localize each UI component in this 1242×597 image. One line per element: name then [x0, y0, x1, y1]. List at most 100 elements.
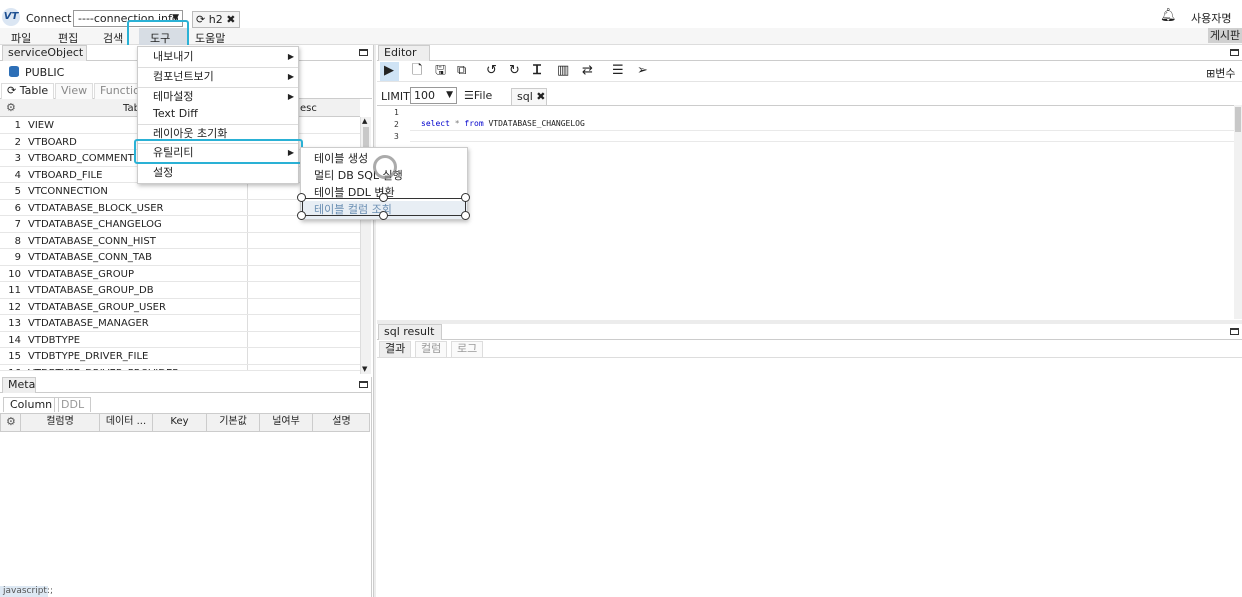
resize-handle — [461, 211, 470, 220]
row-number: 12 — [8, 301, 21, 313]
meta-col-key[interactable]: Key — [152, 413, 206, 432]
meta-col-nullable[interactable]: 널여부 — [259, 413, 312, 432]
table-name: VTDBTYPE_DRIVER_FILE — [28, 351, 149, 362]
map-icon[interactable]: ▥ — [557, 64, 569, 78]
table-row[interactable]: 12 VTDATABASE_GROUP_USER — [0, 298, 360, 315]
row-number: 4 — [14, 169, 21, 181]
table-row[interactable]: 10 VTDATABASE_GROUP — [0, 265, 360, 282]
scrollbar-thumb[interactable] — [1235, 107, 1241, 132]
scroll-down-icon[interactable]: ▼ — [362, 365, 367, 373]
maximize-icon[interactable] — [359, 381, 368, 388]
indent-icon[interactable]: ☰ — [612, 64, 624, 78]
meta-col-type[interactable]: 데이터 ... — [99, 413, 152, 432]
bell-icon[interactable]: 🔔︎ — [1160, 8, 1177, 23]
column-divider — [247, 331, 248, 347]
editor-header — [377, 45, 1242, 61]
menu-file[interactable]: 파일 — [11, 30, 31, 46]
tab-service-object[interactable]: serviceObject — [2, 45, 87, 61]
redo-icon[interactable]: ↻ — [509, 64, 520, 78]
code-line[interactable]: select * from VTDATABASE_CHANGELOG — [421, 119, 585, 128]
tab-view[interactable]: View — [55, 83, 94, 99]
sql-tab[interactable]: sql ✖ — [511, 88, 547, 105]
table-row[interactable]: 14 VTDBTYPE — [0, 331, 360, 348]
save-all-icon[interactable]: ⧉ — [457, 64, 466, 78]
column-divider — [247, 199, 248, 215]
exchange-icon[interactable]: ⇄ — [582, 64, 593, 78]
menu-components[interactable]: 컴포넌트보기 ▶ — [138, 68, 298, 86]
save-icon[interactable]: 🖫︎ — [435, 64, 446, 78]
editor-toolbar — [377, 62, 1242, 82]
schema-label[interactable]: PUBLIC — [25, 66, 64, 79]
settings-icon[interactable]: ⚙ — [6, 101, 16, 114]
tab-result[interactable]: 결과 — [379, 341, 412, 357]
tab-editor[interactable]: Editor — [378, 45, 430, 61]
menu-settings[interactable]: 설정 — [138, 164, 298, 182]
meta-col-default[interactable]: 기본값 — [206, 413, 259, 432]
app-logo: VT — [2, 8, 20, 26]
file-button[interactable]: ☰File — [464, 89, 492, 102]
menu-text-diff[interactable]: Text Diff — [138, 105, 298, 123]
resize-handle — [379, 193, 388, 202]
table-row[interactable]: 8 VTDATABASE_CONN_HIST — [0, 232, 360, 249]
row-number: 13 — [8, 318, 21, 329]
text-format-icon[interactable]: Ꮖ — [533, 64, 542, 78]
table-row[interactable]: 15 VTDBTYPE_DRIVER_FILE — [0, 348, 360, 365]
play-icon[interactable]: ▶ — [384, 64, 394, 78]
close-icon[interactable]: ✖ — [536, 90, 545, 103]
code-keyword: select — [421, 119, 450, 128]
connection-tab-label: h2 — [208, 13, 223, 26]
board-button[interactable]: 게시판 — [1208, 28, 1242, 43]
refresh-icon[interactable]: ⟳ — [7, 84, 16, 97]
menu-export[interactable]: 내보내기 ▶ — [138, 48, 298, 66]
tab-ddl[interactable]: DDL — [54, 397, 92, 412]
maximize-icon[interactable] — [1230, 328, 1239, 335]
table-row[interactable]: 11 VTDATABASE_GROUP_DB — [0, 282, 360, 299]
row-number: 15 — [8, 351, 21, 362]
status-bar: javascript:; — [0, 586, 53, 597]
menu-theme[interactable]: 테마설정 ▶ — [138, 88, 298, 106]
maximize-icon[interactable] — [359, 49, 368, 56]
chevron-right-icon: ▶ — [287, 72, 294, 81]
tab-column[interactable]: Column — [3, 397, 60, 412]
tab-columns[interactable]: 컬럼 — [415, 341, 448, 357]
menu-edit[interactable]: 편집 — [58, 30, 78, 46]
table-row[interactable]: 9 VTDATABASE_CONN_TAB — [0, 249, 360, 266]
resize-handle — [379, 211, 388, 220]
tab-log[interactable]: 로그 — [451, 341, 484, 357]
row-number: 9 — [14, 252, 21, 263]
column-divider — [247, 282, 248, 298]
tab-table[interactable]: ⟳ Table — [1, 83, 55, 99]
settings-icon[interactable]: ⚙ — [6, 415, 16, 428]
refresh-icon[interactable]: ⟳ — [196, 13, 205, 26]
meta-col-name[interactable]: 컬럼명 — [20, 413, 99, 432]
menu-search[interactable]: 검색 — [103, 30, 123, 46]
table-row[interactable]: 16 VTDBTYPE_DRIVER_PROVIDER — [0, 364, 360, 371]
row-number: 11 — [8, 285, 21, 296]
plus-square-icon: ⊞ — [1206, 67, 1216, 80]
database-icon — [9, 66, 19, 77]
new-file-icon[interactable]: 🗋︎ — [412, 64, 422, 78]
connection-tab-h2[interactable]: ⟳ h2 ✖ — [192, 11, 240, 28]
row-number: 5 — [14, 186, 21, 197]
scroll-up-icon[interactable]: ▲ — [362, 117, 367, 125]
undo-icon[interactable]: ↺ — [486, 64, 497, 78]
user-name[interactable]: 사용자명 — [1191, 10, 1231, 26]
table-name: VTDATABASE_CHANGELOG — [28, 219, 162, 230]
close-icon[interactable]: ✖ — [226, 13, 235, 26]
limit-select[interactable]: 100 ▼ — [410, 87, 457, 104]
code-keyword: from — [464, 119, 484, 128]
chevron-right-icon: ▶ — [287, 52, 294, 61]
column-divider — [247, 348, 248, 364]
menu-help[interactable]: 도움말 — [195, 30, 225, 46]
tab-meta[interactable]: Meta — [2, 377, 36, 393]
send-icon[interactable]: ➢ — [637, 64, 648, 78]
vertical-splitter[interactable] — [373, 45, 376, 597]
editor-scrollbar[interactable] — [1234, 105, 1242, 319]
column-header-desc[interactable]: esc — [300, 103, 317, 114]
tab-sql-result[interactable]: sql result — [378, 324, 442, 340]
table-row[interactable]: 13 VTDATABASE_MANAGER — [0, 315, 360, 332]
chevron-right-icon: ▶ — [287, 92, 294, 101]
meta-col-desc[interactable]: 설명 — [312, 413, 370, 432]
maximize-icon[interactable] — [1230, 49, 1239, 56]
variable-button[interactable]: ⊞변수 — [1206, 65, 1235, 81]
